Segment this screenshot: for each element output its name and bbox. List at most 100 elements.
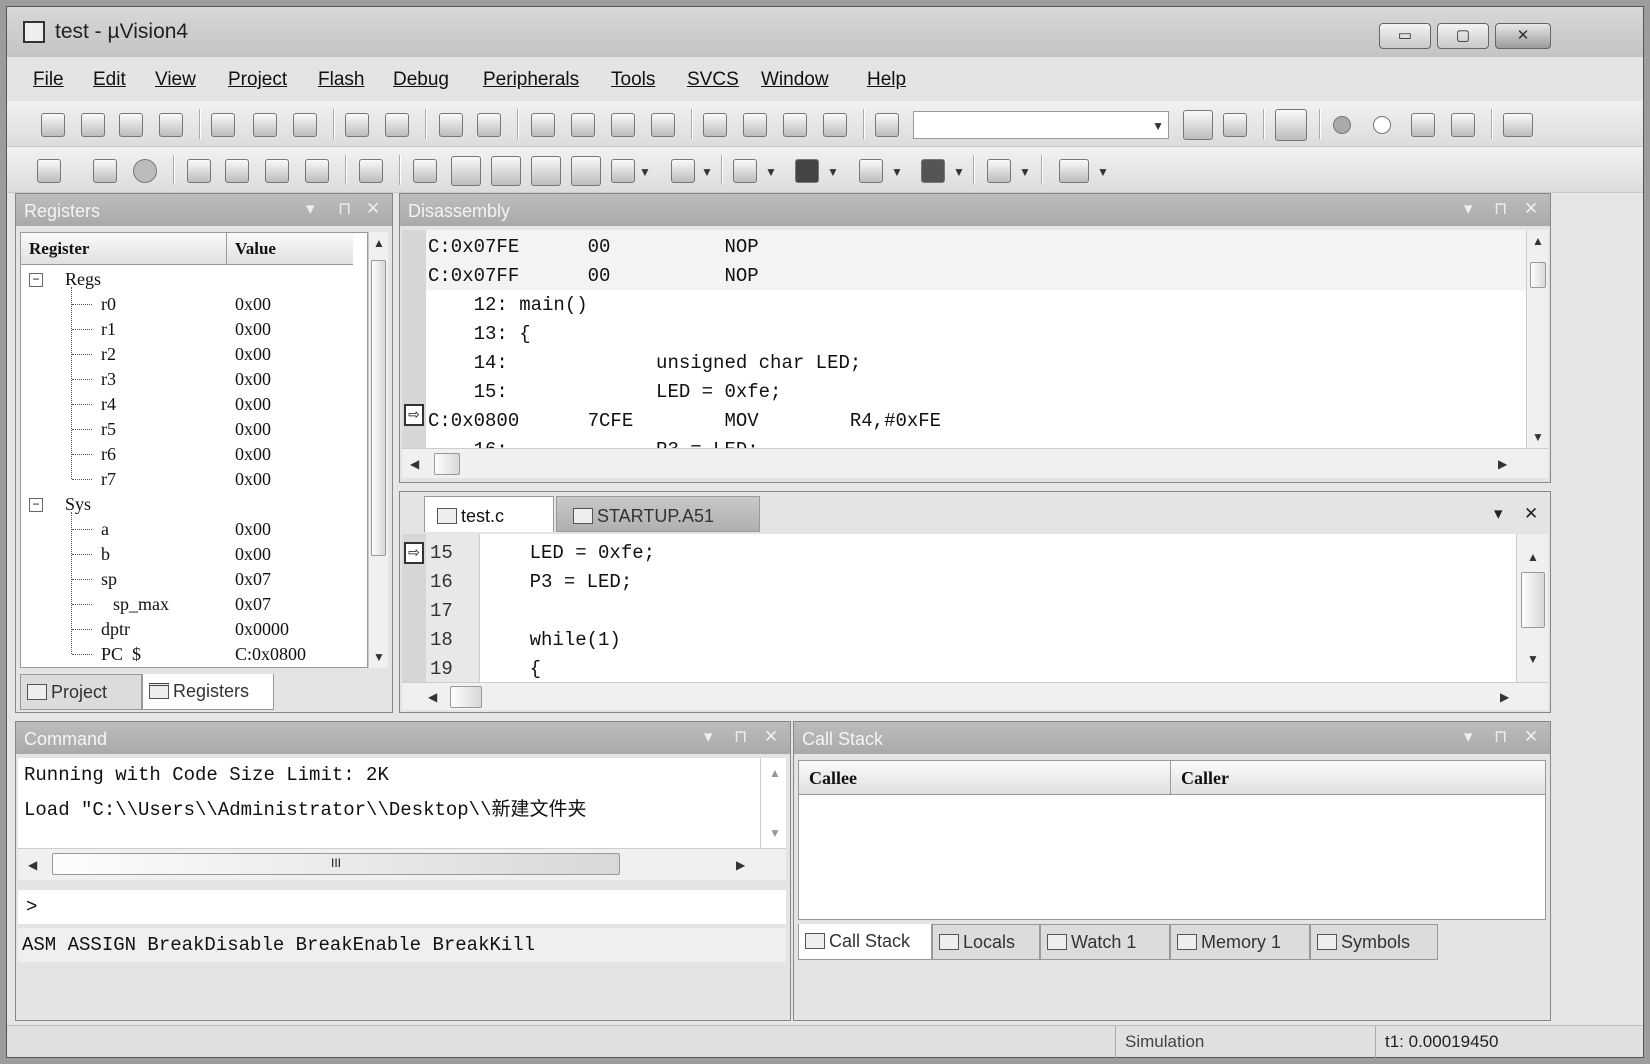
- debug-restore-views-icon[interactable]: [1059, 159, 1089, 183]
- code-line[interactable]: LED = 0xfe;: [484, 542, 655, 564]
- chevron-down-icon[interactable]: ▾: [1464, 199, 1473, 219]
- editor-hscrollbar[interactable]: ◀ ▶: [402, 682, 1548, 710]
- trace-windows-icon[interactable]: [859, 159, 883, 183]
- register-name[interactable]: a: [101, 519, 109, 540]
- tree-collapse-icon[interactable]: −: [29, 498, 43, 512]
- unindent-icon[interactable]: [743, 113, 767, 137]
- minimize-button[interactable]: ▭: [1379, 23, 1431, 49]
- register-value[interactable]: C:0x0800: [235, 644, 306, 665]
- nav-forward-icon[interactable]: [477, 113, 501, 137]
- close-icon[interactable]: ✕: [1524, 727, 1538, 747]
- command-hscrollbar[interactable]: ◀ III ▶: [18, 848, 786, 880]
- find-in-files-icon[interactable]: [875, 113, 899, 137]
- chevron-down-icon[interactable]: ▼: [1097, 165, 1109, 179]
- window-layout-icon[interactable]: [1503, 113, 1533, 137]
- watch-windows-icon[interactable]: [611, 159, 635, 183]
- paste-icon[interactable]: [293, 113, 317, 137]
- register-value[interactable]: 0x00: [235, 319, 271, 340]
- register-name[interactable]: r6: [101, 444, 116, 465]
- pin-icon[interactable]: ⊓: [1494, 199, 1507, 219]
- run-to-cursor-icon[interactable]: [305, 159, 329, 183]
- scroll-thumb[interactable]: [1521, 572, 1545, 628]
- close-icon[interactable]: ✕: [366, 199, 380, 219]
- register-value[interactable]: 0x00: [235, 369, 271, 390]
- memory-windows-icon[interactable]: [671, 159, 695, 183]
- disassembly-line[interactable]: 13: {: [428, 323, 531, 345]
- close-icon[interactable]: ✕: [1524, 504, 1538, 524]
- step-out-icon[interactable]: [265, 159, 289, 183]
- command-input[interactable]: >: [18, 890, 786, 924]
- registers-scrollbar[interactable]: ▲ ▼: [368, 232, 388, 668]
- pin-icon[interactable]: ⊓: [734, 727, 747, 747]
- tab-memory-1[interactable]: Memory 1: [1170, 924, 1310, 960]
- disassembly-window-icon[interactable]: [451, 156, 481, 186]
- disassembly-line[interactable]: 15: LED = 0xfe;: [428, 381, 782, 403]
- column-header-value[interactable]: Value: [227, 233, 353, 265]
- disassembly-view[interactable]: C:0x07FE 00 NOP C:0x07FF 00 NOP 12: main(…: [426, 230, 1526, 448]
- uncomment-icon[interactable]: [823, 113, 847, 137]
- incremental-find-icon[interactable]: [1223, 113, 1247, 137]
- register-name[interactable]: dptr: [101, 619, 130, 640]
- tree-collapse-icon[interactable]: −: [29, 273, 43, 287]
- save-icon[interactable]: [119, 113, 143, 137]
- breakpoint-insert-icon[interactable]: [1333, 116, 1351, 134]
- scroll-thumb[interactable]: III: [52, 853, 620, 875]
- column-header-caller[interactable]: Caller: [1171, 761, 1545, 795]
- run-icon[interactable]: [93, 159, 117, 183]
- scroll-down-icon[interactable]: ▼: [769, 826, 781, 840]
- scroll-down-icon[interactable]: ▼: [1532, 430, 1544, 444]
- scroll-thumb[interactable]: [371, 260, 386, 556]
- step-over-icon[interactable]: [225, 159, 249, 183]
- menu-peripherals[interactable]: Peripherals: [483, 69, 579, 91]
- close-button[interactable]: ✕: [1495, 23, 1551, 49]
- register-value[interactable]: 0x00: [235, 419, 271, 440]
- bookmark-prev-icon[interactable]: [571, 113, 595, 137]
- register-value[interactable]: 0x00: [235, 394, 271, 415]
- scroll-left-icon[interactable]: ◀: [410, 457, 419, 471]
- register-name[interactable]: r4: [101, 394, 116, 415]
- menu-project[interactable]: Project: [228, 69, 287, 91]
- breakpoint-disable-all-icon[interactable]: [1411, 113, 1435, 137]
- column-header-register[interactable]: Register: [21, 233, 227, 265]
- indent-icon[interactable]: [703, 113, 727, 137]
- save-all-icon[interactable]: [159, 113, 183, 137]
- chevron-down-icon[interactable]: ▼: [765, 165, 777, 179]
- disassembly-line[interactable]: 16: P3 = LED;: [428, 439, 759, 448]
- scroll-right-icon[interactable]: ▶: [1498, 457, 1507, 471]
- register-value[interactable]: 0x00: [235, 294, 271, 315]
- menu-debug[interactable]: Debug: [393, 69, 449, 91]
- register-name[interactable]: b: [101, 544, 110, 565]
- code-line[interactable]: while(1): [484, 629, 621, 651]
- chevron-down-icon[interactable]: ▾: [704, 727, 713, 747]
- chevron-down-icon[interactable]: ▼: [1152, 119, 1164, 133]
- tab-symbols[interactable]: Symbols: [1310, 924, 1438, 960]
- menu-svcs[interactable]: SVCS: [687, 69, 739, 91]
- chevron-down-icon[interactable]: ▼: [1019, 165, 1031, 179]
- step-into-icon[interactable]: [187, 159, 211, 183]
- disassembly-line[interactable]: C:0x0800 7CFE MOV R4,#0xFE: [428, 410, 941, 432]
- disassembly-line[interactable]: C:0x07FF 00 NOP: [428, 265, 759, 287]
- command-window-icon[interactable]: [413, 159, 437, 183]
- disassembly-line[interactable]: 12: main(): [428, 294, 588, 316]
- close-icon[interactable]: ✕: [764, 727, 778, 747]
- register-name[interactable]: PC $: [101, 644, 141, 665]
- scroll-up-icon[interactable]: ▲: [769, 766, 781, 780]
- register-value[interactable]: 0x00: [235, 344, 271, 365]
- register-value[interactable]: 0x00: [235, 519, 271, 540]
- chevron-down-icon[interactable]: ▼: [701, 165, 713, 179]
- scroll-thumb[interactable]: [434, 453, 460, 475]
- column-header-callee[interactable]: Callee: [799, 761, 1171, 795]
- register-value[interactable]: 0x07: [235, 569, 271, 590]
- menu-window[interactable]: Window: [761, 69, 829, 91]
- copy-icon[interactable]: [253, 113, 277, 137]
- register-name[interactable]: sp: [101, 569, 117, 590]
- stop-icon[interactable]: [133, 159, 157, 183]
- tab-registers[interactable]: Registers: [142, 674, 274, 710]
- register-value[interactable]: 0x00: [235, 544, 271, 565]
- debug-session-icon[interactable]: [1275, 109, 1307, 141]
- chevron-down-icon[interactable]: ▼: [953, 165, 965, 179]
- scroll-down-icon[interactable]: ▼: [1527, 652, 1539, 666]
- register-name[interactable]: r1: [101, 319, 116, 340]
- disassembly-vscrollbar[interactable]: ▲ ▼: [1526, 230, 1548, 448]
- menu-help[interactable]: Help: [867, 69, 906, 91]
